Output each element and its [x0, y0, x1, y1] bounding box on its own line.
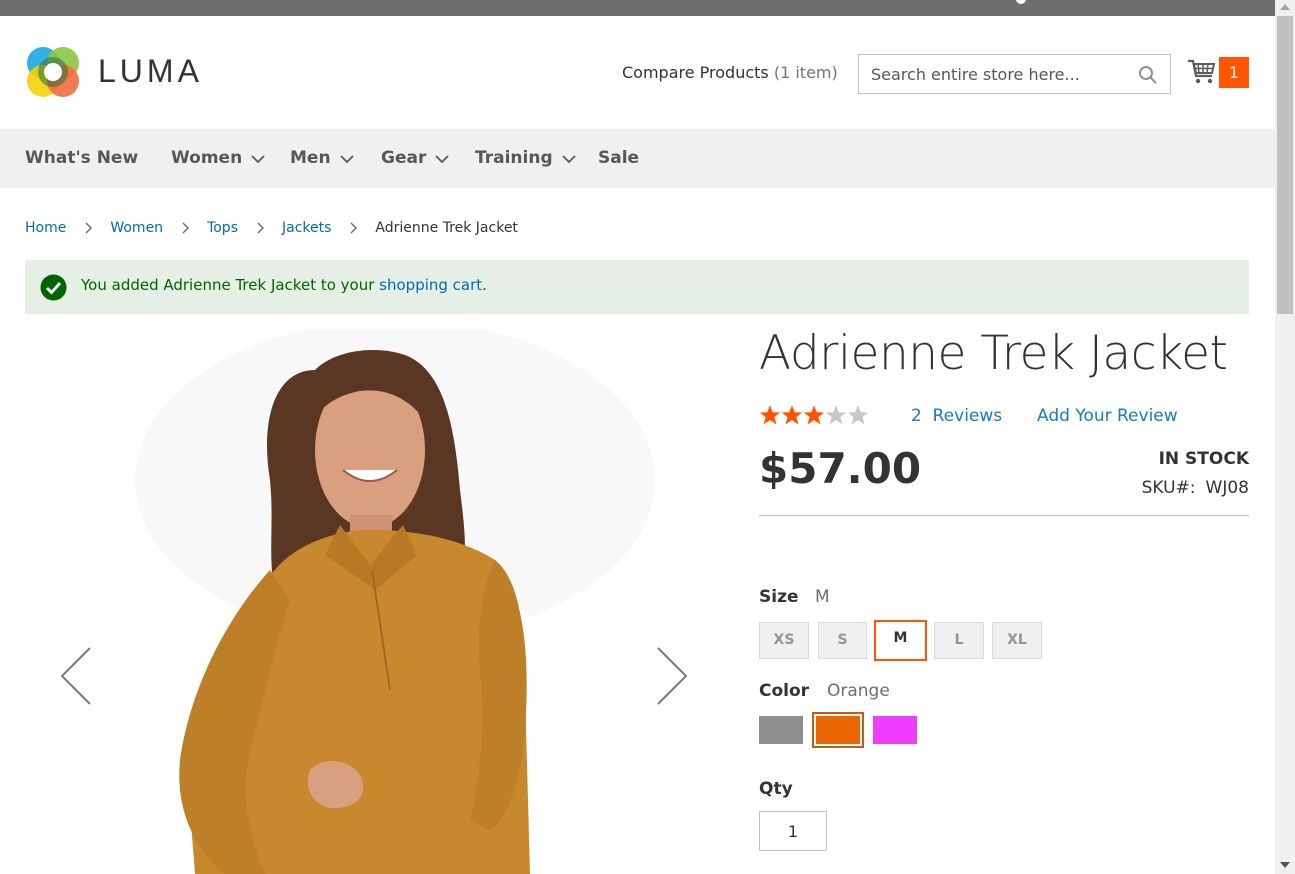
- luma-logo-icon: [27, 47, 79, 97]
- breadcrumb-home[interactable]: Home: [25, 220, 66, 236]
- chevron-down-icon[interactable]: [339, 152, 354, 166]
- success-message-text: You added Adrienne Trek Jacket to your s…: [81, 276, 487, 294]
- breadcrumb-jackets[interactable]: Jackets: [282, 220, 331, 236]
- chevron-down-icon[interactable]: [561, 152, 576, 166]
- nav-item-gear[interactable]: Gear: [381, 148, 449, 168]
- search-input[interactable]: [859, 55, 1129, 93]
- add-review-link[interactable]: Add Your Review: [1037, 406, 1178, 426]
- star-filled-icon: [803, 405, 825, 425]
- top-panel-indicator: [1016, 0, 1026, 4]
- color-swatch-orange[interactable]: [812, 712, 864, 748]
- main-navigation: What's New Women Men Gear Training Sale: [0, 129, 1275, 188]
- site-header: LUMA Compare Products (1 item) 1: [0, 16, 1275, 129]
- nav-item-men[interactable]: Men: [290, 148, 354, 168]
- shopping-cart-link[interactable]: shopping cart: [379, 276, 482, 294]
- breadcrumb-women[interactable]: Women: [110, 220, 163, 236]
- sku-value: WJ08: [1205, 478, 1249, 498]
- star-filled-icon: [781, 405, 803, 425]
- chevron-right-icon: [350, 222, 358, 234]
- qty-input[interactable]: [759, 811, 827, 851]
- sku-label: SKU#:: [1141, 478, 1196, 498]
- chevron-right-icon: [182, 222, 190, 234]
- size-option-s[interactable]: S: [818, 622, 867, 659]
- scroll-down-arrow-icon[interactable]: [1280, 862, 1290, 868]
- breadcrumb: Home Women Tops Jackets Adrienne Trek Ja…: [25, 220, 518, 236]
- chevron-down-icon[interactable]: [435, 152, 449, 166]
- top-panel-bar: [0, 0, 1275, 16]
- scroll-up-arrow-icon[interactable]: [1280, 4, 1290, 10]
- next-image-arrow-icon[interactable]: [656, 646, 688, 706]
- previous-image-arrow-icon[interactable]: [60, 646, 92, 706]
- star-empty-icon: [847, 405, 869, 425]
- breadcrumb-current: Adrienne Trek Jacket: [375, 220, 518, 236]
- color-selected-value: Orange: [827, 681, 890, 701]
- stock-status: In stock: [1158, 449, 1249, 469]
- search-icon[interactable]: [1138, 65, 1158, 85]
- compare-products-label[interactable]: Compare Products: [622, 63, 769, 82]
- reviews-link[interactable]: 2 Reviews: [911, 406, 1002, 426]
- breadcrumb-tops[interactable]: Tops: [207, 220, 238, 236]
- chevron-down-icon[interactable]: [251, 152, 265, 166]
- page-scrollbar[interactable]: [1275, 0, 1295, 874]
- chevron-right-icon: [85, 222, 93, 234]
- nav-item-label[interactable]: Sale: [598, 148, 639, 168]
- compare-products-count: (1 item): [773, 63, 838, 82]
- scrollbar-thumb[interactable]: [1277, 16, 1293, 314]
- nav-item-label[interactable]: Training: [475, 148, 553, 168]
- divider: [759, 515, 1249, 516]
- compare-products-link[interactable]: Compare Products (1 item): [622, 63, 838, 82]
- nav-item-label[interactable]: Men: [290, 148, 331, 168]
- success-message: You added Adrienne Trek Jacket to your s…: [25, 260, 1249, 314]
- size-option-m[interactable]: M: [874, 620, 927, 661]
- product-image-gallery[interactable]: [25, 330, 725, 874]
- nav-item-training[interactable]: Training: [475, 148, 576, 168]
- nav-item-label[interactable]: Gear: [381, 148, 426, 168]
- nav-item-women[interactable]: Women: [171, 148, 265, 168]
- search-box[interactable]: [858, 54, 1171, 94]
- color-swatch-gray[interactable]: [759, 716, 803, 744]
- size-option-l[interactable]: L: [934, 622, 984, 659]
- nav-item-whats-new[interactable]: What's New: [25, 148, 138, 168]
- shopping-cart-icon[interactable]: [1187, 56, 1217, 86]
- check-circle-icon: [40, 274, 67, 301]
- chevron-right-icon: [257, 222, 264, 234]
- success-message-prefix: You added Adrienne Trek Jacket to your: [81, 276, 380, 294]
- nav-item-label[interactable]: Women: [171, 148, 242, 168]
- nav-item-sale[interactable]: Sale: [598, 148, 639, 168]
- product-sku: SKU#: WJ08: [1142, 478, 1249, 498]
- product-title: Adrienne Trek Jacket: [759, 326, 1228, 381]
- rating-stars: [759, 404, 869, 426]
- size-label: Size: [759, 587, 799, 607]
- size-selected-value: M: [815, 587, 830, 607]
- nav-item-label[interactable]: What's New: [25, 148, 138, 168]
- color-swatch-purple[interactable]: [873, 716, 917, 744]
- product-photo: [179, 350, 530, 874]
- color-label: Color: [759, 681, 810, 701]
- cart-count-badge[interactable]: 1: [1219, 57, 1249, 88]
- success-message-suffix: .: [482, 276, 487, 294]
- logo-wordmark[interactable]: LUMA: [98, 53, 203, 90]
- star-filled-icon: [759, 405, 781, 425]
- product-price: $57.00: [759, 444, 922, 493]
- qty-label: Qty: [759, 779, 793, 799]
- star-empty-icon: [825, 405, 847, 425]
- size-option-xs[interactable]: XS: [759, 622, 809, 659]
- size-option-xl[interactable]: XL: [992, 622, 1042, 659]
